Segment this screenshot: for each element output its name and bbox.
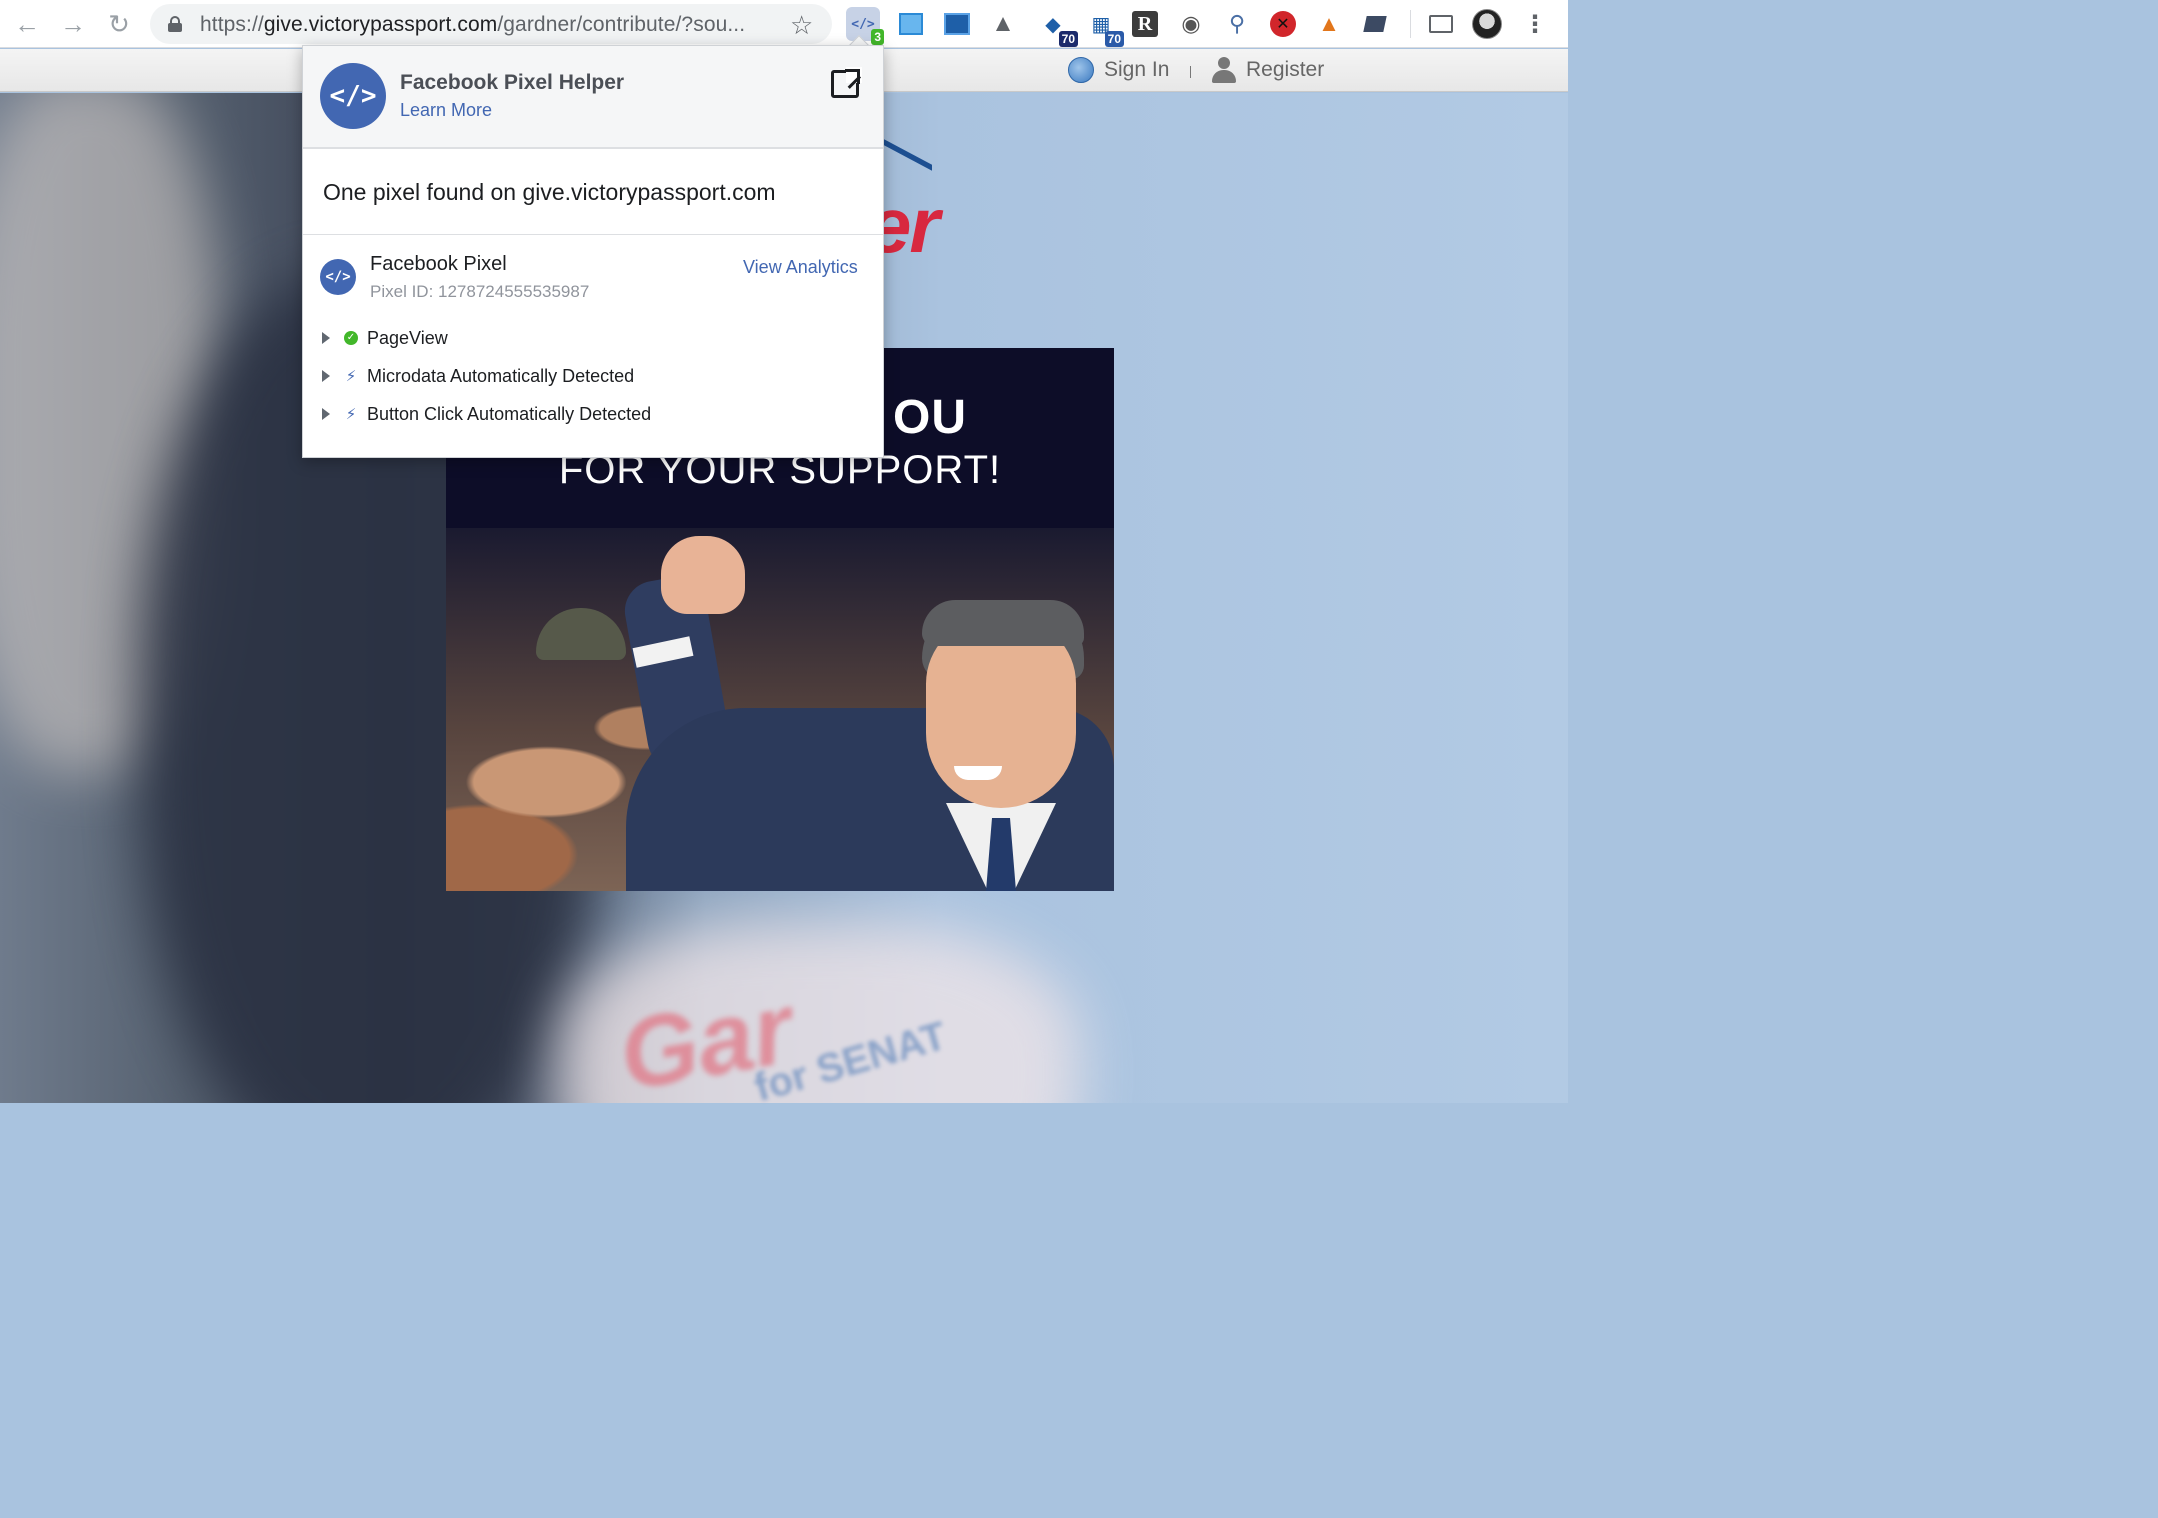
pixel-summary-text: One pixel found on give.victorypassport.… xyxy=(323,179,776,205)
extension-eye-icon[interactable]: ◉ xyxy=(1174,7,1208,41)
event-row-pageview[interactable]: ✓ PageView xyxy=(320,325,448,351)
lightning-bolt-icon: ⚡ xyxy=(345,368,357,385)
sign-in-label: Sign In xyxy=(1104,58,1170,81)
extension-block-icon[interactable]: ✕ xyxy=(1266,7,1300,41)
extension-badge: 3 xyxy=(871,29,884,45)
lightning-bolt-icon: ⚡ xyxy=(345,406,357,423)
toolbar-separator xyxy=(1410,10,1411,38)
extension-search-icon[interactable]: ⚲ xyxy=(1220,7,1254,41)
cast-icon[interactable] xyxy=(1424,7,1458,41)
event-row-microdata[interactable]: ⚡ Microdata Automatically Detected xyxy=(320,363,634,389)
pixel-id: Pixel ID: 1278724555535987 xyxy=(370,282,590,301)
header-divider xyxy=(1190,66,1191,78)
learn-more-link[interactable]: Learn More xyxy=(400,100,492,121)
forward-button[interactable]: → xyxy=(50,1,96,47)
candidate-smile xyxy=(954,766,1002,780)
extension-badge: 70 xyxy=(1058,31,1078,47)
expand-triangle-icon[interactable] xyxy=(322,332,330,344)
event-label: PageView xyxy=(367,327,448,348)
popup-header: </> Facebook Pixel Helper Learn More xyxy=(303,46,883,149)
reload-button[interactable]: ↻ xyxy=(96,1,142,47)
pixel-helper-popup: </> Facebook Pixel Helper Learn More One… xyxy=(302,45,884,458)
sign-in-link[interactable]: Sign In xyxy=(1068,57,1169,83)
candidate-hair-front xyxy=(922,600,1084,646)
extension-r-icon[interactable]: R xyxy=(1128,7,1162,41)
globe-icon xyxy=(1068,57,1094,83)
extension-70-b-icon[interactable]: ▦ 70 xyxy=(1084,7,1124,47)
browser-toolbar: ← → ↻ https://give.victorypassport.com/g… xyxy=(0,0,1568,48)
profile-avatar[interactable] xyxy=(1470,7,1504,41)
extension-badge: 70 xyxy=(1104,31,1124,47)
pixel-helper-logo-icon: </> xyxy=(320,63,386,129)
event-label: Button Click Automatically Detected xyxy=(367,403,652,424)
person-icon xyxy=(1212,57,1236,83)
register-link[interactable]: Register xyxy=(1212,57,1324,83)
extension-screenshot-icon[interactable] xyxy=(940,7,974,41)
metamask-fox-icon[interactable]: ▲ xyxy=(1312,7,1346,41)
pixel-name: Facebook Pixel xyxy=(370,253,507,275)
bookmark-star-icon[interactable]: ☆ xyxy=(790,10,813,41)
candidate-face xyxy=(926,618,1076,808)
menu-dots-icon[interactable]: ⋮ xyxy=(1518,7,1552,41)
success-check-icon: ✓ xyxy=(344,331,358,345)
event-row-button-click[interactable]: ⚡ Button Click Automatically Detected xyxy=(320,401,651,427)
raised-fist xyxy=(661,536,745,614)
expand-triangle-icon[interactable] xyxy=(322,370,330,382)
view-analytics-link[interactable]: View Analytics xyxy=(743,257,858,278)
extension-folder-icon[interactable] xyxy=(1358,7,1392,41)
url-text[interactable]: https://give.victorypassport.com/gardner… xyxy=(200,13,745,37)
register-label: Register xyxy=(1246,58,1325,81)
back-button[interactable]: ← xyxy=(4,1,50,47)
popup-title: Facebook Pixel Helper xyxy=(400,71,625,94)
lock-icon xyxy=(168,16,182,32)
google-drive-icon[interactable]: ▲ xyxy=(986,7,1020,41)
pixel-icon: </> xyxy=(320,259,356,295)
pixel-summary: One pixel found on give.victorypassport.… xyxy=(303,151,883,235)
facebook-pixel-helper-icon[interactable]: </> 3 xyxy=(846,7,884,45)
extension-window-icon[interactable] xyxy=(894,7,928,41)
open-external-icon[interactable] xyxy=(831,67,862,98)
extension-70-a-icon[interactable]: ◆ 70 xyxy=(1036,7,1078,47)
event-label: Microdata Automatically Detected xyxy=(367,365,635,386)
address-bar[interactable]: https://give.victorypassport.com/gardner… xyxy=(150,4,832,44)
expand-triangle-icon[interactable] xyxy=(322,408,330,420)
